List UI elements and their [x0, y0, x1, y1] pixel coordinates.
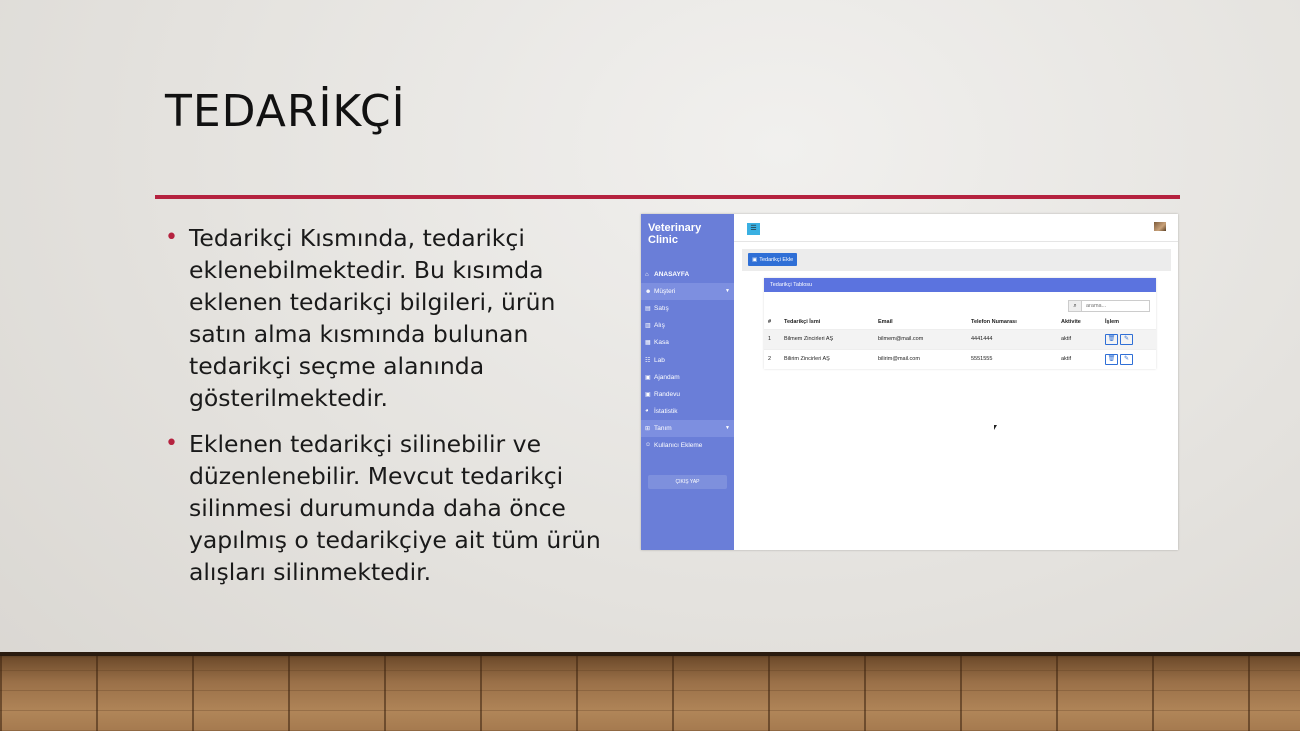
caret-down-icon: ▼ — [725, 424, 730, 431]
truck-icon: ▥ — [645, 323, 651, 330]
sidebar-item-ajandam[interactable]: ▣ Ajandam — [641, 369, 734, 386]
chart-pie-icon: ◕ — [645, 408, 649, 415]
sidebar-item-lab[interactable]: ☷ Lab — [641, 351, 734, 368]
sidebar-item-satis[interactable]: ▤ Satış — [641, 300, 734, 317]
search-icon[interactable]: ⌕ — [1068, 300, 1082, 312]
bullet-item: • Tedarikçi Kısmında, tedarikçi eklenebil… — [165, 224, 556, 412]
supplier-table: # Tedarikçi İsmi Email Telefon Numarası … — [764, 316, 1156, 369]
users-icon: ☻ — [645, 288, 652, 295]
home-icon: ⌂ — [645, 271, 649, 278]
table-row: 2 Bilirim Zincirleri AŞ bilirim@mail.com… — [764, 348, 1156, 369]
bullet-item: • Eklenen tedarikçi silinebilir ve düzenl… — [165, 430, 601, 586]
sidebar-item-anasayfa[interactable]: ⌂ ANASAYFA — [641, 266, 734, 283]
bullet-dot-icon: • — [165, 225, 178, 250]
col-activity: Aktivite — [1061, 319, 1081, 326]
calendar-check-icon: ▣ — [645, 391, 651, 398]
col-index: # — [768, 319, 772, 326]
search-group: ⌕ — [1068, 300, 1150, 312]
add-supplier-button[interactable]: ▣ Tedarikçi Ekle — [748, 253, 798, 266]
plus-square-icon: ⊞ — [645, 425, 651, 432]
bullet-list: • Tedarikçi Kısmında, tedarikçi eklenebil… — [165, 222, 605, 602]
sidebar-item-randevu[interactable]: ▣ Randevu — [641, 386, 734, 403]
slide-title: TEDARİKÇİ — [165, 86, 406, 137]
search-input[interactable] — [1082, 300, 1150, 312]
sidebar-item-kasa[interactable]: ▦ Kasa — [641, 334, 734, 351]
calendar-icon: ▣ — [645, 374, 651, 381]
col-email: Email — [878, 319, 893, 326]
sidebar-item-kullanici-ekleme[interactable]: ☺ Kullanıcı Ekleme — [641, 437, 734, 454]
sidebar-item-musteri[interactable]: ☻ Müşteri ▼ — [641, 283, 734, 301]
card-title: Tedarikçi Tablosu — [764, 278, 1156, 292]
bullet-dot-icon: • — [165, 431, 178, 456]
sidebar-nav: ⌂ ANASAYFA ☻ Müşteri ▼ ▤ Satış ▥ Alış ▦ Kasa ☷… — [641, 266, 734, 454]
edit-icon[interactable]: ✎ — [1120, 353, 1133, 365]
sidebar: Veterinary Clinic ⌂ ANASAYFA ☻ Müşteri ▼ ▤ S… — [641, 214, 734, 550]
supplier-table-card: Tedarikçi Tablosu ⌕ # Tedarikçi İsmi Ema… — [764, 278, 1156, 369]
topbar: ☰ — [734, 214, 1178, 242]
delete-icon[interactable]: 🗑 — [1105, 333, 1118, 345]
brand-title: Veterinary Clinic — [648, 222, 702, 246]
title-divider — [155, 195, 1180, 199]
user-plus-icon: ☺ — [645, 442, 652, 449]
lab-icon: ☷ — [645, 357, 651, 364]
wood-floor-decoration — [0, 652, 1300, 731]
table-header-row: # Tedarikçi İsmi Email Telefon Numarası … — [764, 316, 1156, 329]
avatar[interactable] — [1154, 222, 1166, 231]
sidebar-item-tanim[interactable]: ⊞ Tanım ▼ — [641, 419, 734, 437]
logout-button[interactable]: ÇIKIŞ YAP — [648, 475, 727, 489]
col-phone: Telefon Numarası — [971, 319, 1017, 326]
save-icon: ▣ — [752, 256, 758, 263]
col-actions: İşlem — [1105, 319, 1120, 326]
sidebar-item-istatistik[interactable]: ◕ İstatistik — [641, 403, 734, 420]
cash-icon: ▦ — [645, 340, 651, 347]
sidebar-item-alis[interactable]: ▥ Alış — [641, 317, 734, 334]
delete-icon[interactable]: 🗑 — [1105, 353, 1118, 365]
table-row: 1 Bilmem Zincirleri AŞ bilmem@mail.com 4… — [764, 328, 1156, 349]
edit-icon[interactable]: ✎ — [1120, 333, 1133, 345]
mouse-cursor-icon — [994, 425, 997, 430]
cart-icon: ▤ — [645, 306, 651, 313]
col-name: Tedarikçi İsmi — [784, 319, 821, 326]
menu-toggle-icon[interactable]: ☰ — [747, 223, 760, 235]
app-screenshot: Veterinary Clinic ⌂ ANASAYFA ☻ Müşteri ▼ ▤ S… — [641, 214, 1178, 550]
caret-down-icon: ▼ — [725, 288, 730, 295]
action-bar: ▣ Tedarikçi Ekle — [742, 249, 1171, 271]
